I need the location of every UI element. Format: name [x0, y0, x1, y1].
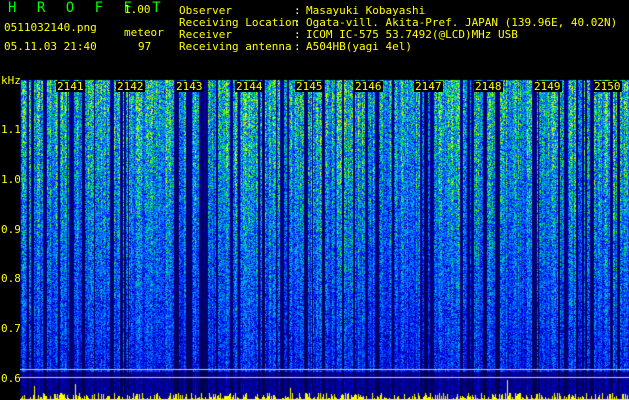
time-tick-2144: 2144 — [235, 80, 264, 93]
y-tick-0.6: 0.6 — [1, 372, 21, 385]
y-tick-1.1: 1.1 — [1, 123, 21, 136]
time-tick-2150: 2150 — [593, 80, 622, 93]
antenna-label: Receiving antenna — [179, 40, 292, 53]
meteor-label: meteor — [124, 26, 164, 39]
capture-datetime: 05.11.03 21:40 — [4, 40, 97, 53]
time-tick-2141: 2141 — [56, 80, 85, 93]
antenna-value: A504HB(yagi 4el) — [306, 40, 412, 53]
y-tick-0.8: 0.8 — [1, 272, 21, 285]
y-tick-0.7: 0.7 — [1, 322, 21, 335]
antenna-sep: : — [294, 40, 301, 53]
time-tick-2147: 2147 — [414, 80, 443, 93]
y-tick-1.0: 1.0 — [1, 173, 21, 186]
time-tick-2149: 2149 — [533, 80, 562, 93]
y-axis-unit: kHz — [1, 74, 21, 87]
y-tick-0.9: 0.9 — [1, 223, 21, 236]
app-version: 1.00 — [124, 3, 151, 16]
spectrogram-panel: 2141 2142 2143 2144 2145 2146 2147 2148 … — [20, 79, 629, 400]
time-tick-2145: 2145 — [295, 80, 324, 93]
spectrogram-image — [20, 79, 629, 400]
time-tick-2143: 2143 — [175, 80, 204, 93]
meteor-count: 97 — [138, 40, 152, 53]
time-tick-2148: 2148 — [474, 80, 503, 93]
file-name: 0511032140.png — [4, 21, 97, 34]
time-tick-2142: 2142 — [116, 80, 145, 93]
time-tick-2146: 2146 — [354, 80, 383, 93]
